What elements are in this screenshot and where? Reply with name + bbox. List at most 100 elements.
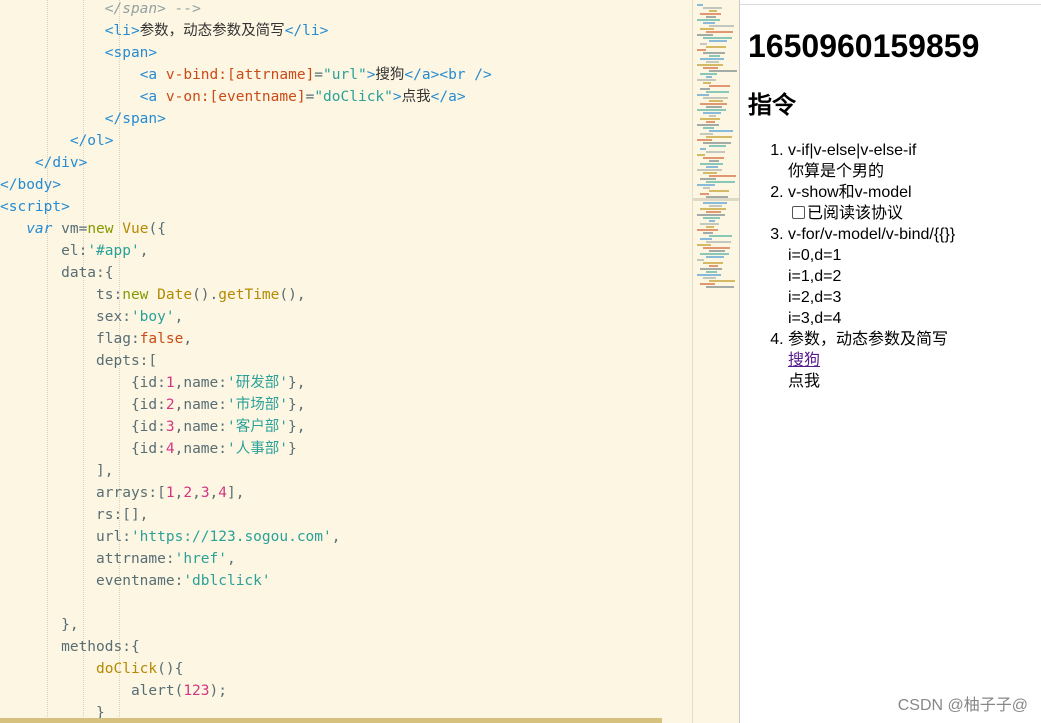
- code-line: ],: [0, 463, 114, 479]
- minimap-line: [697, 79, 716, 81]
- sogou-link[interactable]: 搜狗: [788, 352, 820, 369]
- minimap-line: [706, 31, 733, 33]
- item-title: v-show和v-model: [788, 184, 912, 201]
- minimap-line: [700, 58, 724, 60]
- minimap-line: [709, 115, 716, 117]
- code-line: sex:'boy',: [0, 309, 184, 325]
- item-title: v-if|v-else|v-else-if: [788, 142, 917, 159]
- minimap-line: [703, 202, 727, 204]
- loop-row: i=0,d=1: [788, 247, 842, 264]
- horizontal-scrollbar[interactable]: [0, 718, 662, 723]
- minimap-line: [703, 262, 723, 264]
- minimap-line: [709, 160, 719, 162]
- minimap-line: [700, 28, 714, 30]
- minimap-line: [700, 13, 721, 15]
- minimap-line: [706, 241, 731, 243]
- browser-preview: 1650960159859 指令 v-if|v-else|v-else-if 你…: [739, 0, 1041, 723]
- code-line: el:'#app',: [0, 243, 149, 259]
- directive-heading: 指令: [748, 92, 796, 119]
- minimap-line: [697, 49, 706, 51]
- code-minimap[interactable]: [692, 0, 739, 723]
- minimap-line: [700, 208, 726, 210]
- minimap-line: [706, 121, 715, 123]
- list-item: 参数，动态参数及简写 搜狗 点我: [788, 329, 955, 392]
- minimap-line: [706, 76, 712, 78]
- minimap-line: [700, 253, 729, 255]
- minimap-line: [697, 124, 719, 126]
- minimap-line: [697, 154, 705, 156]
- code-line: <li>参数，动态参数及简写</li>: [104, 23, 329, 39]
- minimap-line: [709, 220, 715, 222]
- minimap-line: [700, 268, 722, 270]
- minimap-line: [700, 88, 710, 90]
- minimap-line: [706, 16, 716, 18]
- minimap-line: [706, 91, 729, 93]
- code-line: </span> -->: [104, 1, 201, 17]
- item-title: v-for/v-model/v-bind/{{}}: [788, 226, 956, 243]
- minimap-line: [709, 85, 730, 87]
- minimap-line: [703, 247, 730, 249]
- minimap-line: [709, 55, 720, 57]
- item-content: 你算是个男的: [788, 163, 885, 180]
- code-line: url:'https://123.sogou.com',: [0, 529, 341, 545]
- code-line: depts:[: [0, 353, 158, 369]
- list-item: v-if|v-else|v-else-if 你算是个男的: [788, 140, 955, 182]
- code-line: attrname:'href',: [0, 551, 236, 567]
- agreement-checkbox[interactable]: [792, 206, 805, 219]
- timestamp-heading: 1650960159859: [748, 28, 980, 64]
- code-line: {id:2,name:'市场部'},: [0, 397, 306, 413]
- loop-row: i=2,d=3: [788, 289, 842, 306]
- minimap-line: [709, 130, 733, 132]
- minimap-line: [703, 22, 715, 24]
- minimap-line: [697, 34, 713, 36]
- minimap-line: [709, 265, 718, 267]
- code-line: <a v-on:[eventname]="doClick">点我</a>: [139, 89, 466, 105]
- minimap-line: [709, 145, 726, 147]
- code-line: ts:new Date().getTime(),: [0, 287, 306, 303]
- minimap-line: [697, 94, 709, 96]
- minimap-line: [697, 274, 721, 276]
- minimap-line: [703, 37, 732, 39]
- minimap-line: [706, 166, 718, 168]
- code-line: flag:false,: [0, 331, 193, 347]
- code-line: {id:4,name:'人事部'}: [0, 441, 297, 457]
- loop-row: i=3,d=4: [788, 310, 842, 327]
- code-line: </body>: [0, 177, 62, 193]
- minimap-line: [703, 52, 725, 54]
- minimap-line: [709, 250, 725, 252]
- minimap-line: [697, 4, 703, 6]
- minimap-line: [706, 271, 717, 273]
- agreement-label: 已阅读该协议: [807, 205, 904, 222]
- minimap-line: [709, 40, 727, 42]
- code-editor[interactable]: </span> --> <li>参数，动态参数及简写</li> <span> <…: [0, 0, 692, 723]
- minimap-viewport-indicator[interactable]: [693, 198, 739, 201]
- minimap-line: [697, 109, 726, 111]
- directive-list: v-if|v-else|v-else-if 你算是个男的 v-show和v-mo…: [740, 140, 955, 392]
- click-link[interactable]: 点我: [788, 371, 955, 392]
- code-line: {id:3,name:'客户部'},: [0, 419, 306, 435]
- code-line: </div>: [34, 155, 88, 171]
- code-line: eventname:'dblclick': [0, 573, 271, 589]
- minimap-line: [709, 70, 737, 72]
- code-line: <span>: [104, 45, 158, 61]
- minimap-line: [709, 10, 717, 12]
- minimap-line: [706, 61, 719, 63]
- minimap-line: [703, 67, 718, 69]
- minimap-line: [697, 184, 715, 186]
- minimap-line: [709, 100, 723, 102]
- minimap-line: [700, 193, 709, 195]
- minimap-line: [697, 139, 712, 141]
- code-line: </ol>: [69, 133, 114, 149]
- minimap-line: [703, 142, 731, 144]
- minimap-line: [709, 235, 732, 237]
- minimap-line: [700, 73, 717, 75]
- minimap-line: [697, 169, 722, 171]
- minimap-line: [709, 205, 722, 207]
- code-line: alert(123);: [0, 683, 227, 699]
- minimap-line: [703, 7, 722, 9]
- code-line: arrays:[1,2,3,4],: [0, 485, 245, 501]
- minimap-line: [703, 217, 720, 219]
- minimap-line: [709, 25, 734, 27]
- code-line: },: [0, 617, 79, 633]
- minimap-line: [700, 283, 715, 285]
